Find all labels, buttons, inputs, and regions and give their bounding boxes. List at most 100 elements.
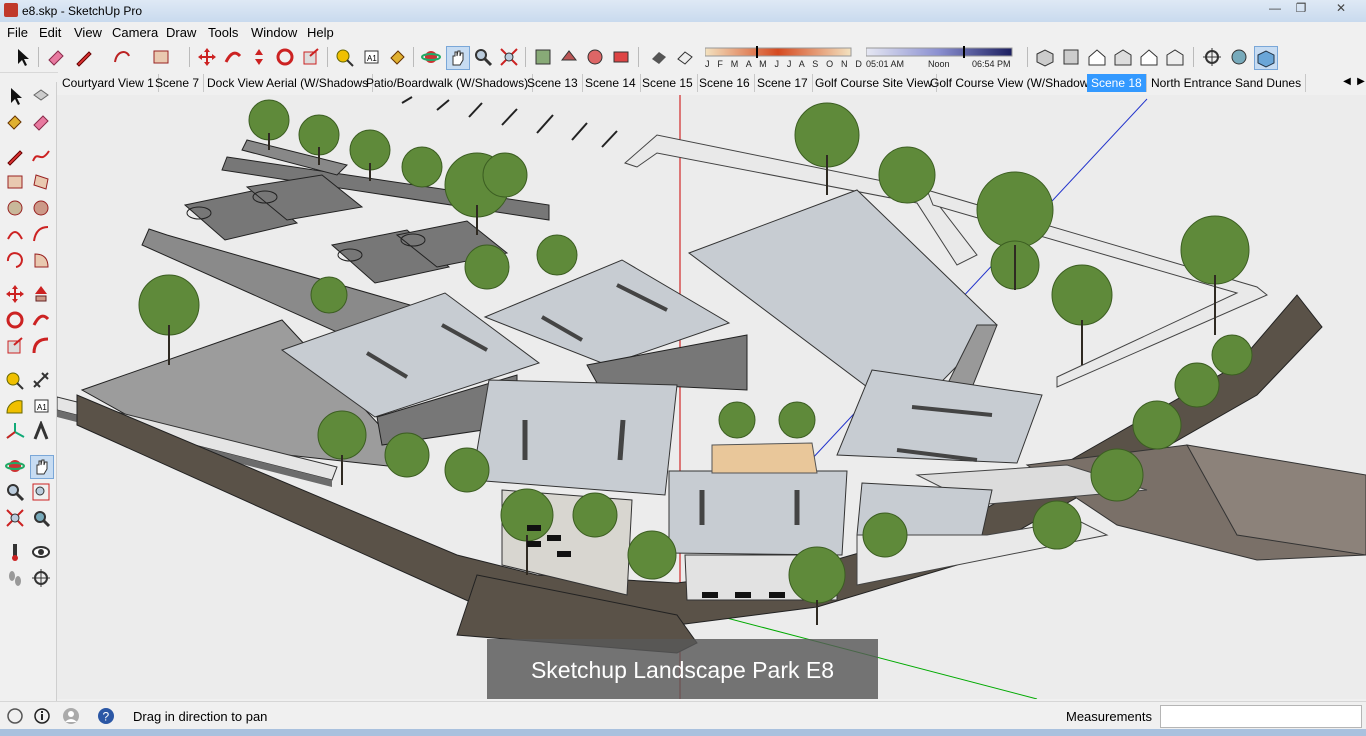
arc-icon[interactable]	[4, 223, 26, 245]
pie-icon[interactable]	[30, 249, 52, 271]
rotated-rectangle-icon[interactable]	[30, 171, 52, 193]
tab-scene-14[interactable]: Scene 14	[581, 74, 641, 92]
position-camera-icon[interactable]	[1201, 46, 1223, 68]
tab-north-entrance-sand-dunes[interactable]: North Entrance Sand Dunes	[1147, 74, 1307, 92]
tape-icon[interactable]	[334, 46, 356, 68]
position-camera-icon[interactable]	[4, 541, 26, 563]
paint-icon[interactable]	[386, 46, 408, 68]
scenes-icon[interactable]	[610, 46, 632, 68]
model-viewport[interactable]: Sketchup Landscape Park E8	[57, 95, 1366, 699]
polygon-icon[interactable]	[30, 197, 52, 219]
tab-scene-13[interactable]: Scene 13	[523, 74, 583, 92]
move-icon[interactable]	[196, 46, 218, 68]
orbit-icon[interactable]	[4, 455, 26, 477]
protractor-icon[interactable]	[4, 395, 26, 417]
select-icon[interactable]	[4, 85, 26, 107]
geo-location-icon[interactable]	[6, 707, 24, 725]
walk-icon[interactable]	[1254, 46, 1278, 70]
tab-dock-view-aerial[interactable]: Dock View Aerial (W/Shadows	[203, 74, 374, 92]
tab-patio-boardwalk[interactable]: Patio/Boardwalk (W/Shadows)	[362, 74, 534, 92]
right-view-icon[interactable]	[1112, 46, 1134, 68]
push-pull-icon[interactable]	[30, 283, 52, 305]
measurements-input[interactable]	[1160, 705, 1362, 728]
shadows-icon[interactable]	[648, 46, 670, 68]
menu-edit[interactable]: Edit	[39, 25, 61, 40]
help-icon[interactable]: ?	[97, 707, 115, 725]
orbit-icon[interactable]	[420, 46, 442, 68]
tab-scroll-right-icon[interactable]: ▶	[1354, 74, 1366, 90]
top-view-icon[interactable]	[1060, 46, 1082, 68]
tab-scene-17[interactable]: Scene 17	[753, 74, 813, 92]
shadow-date-slider[interactable]: J F M A M J J A S O N D	[705, 46, 862, 70]
back-view-icon[interactable]	[1138, 46, 1160, 68]
text-icon[interactable]: A1	[360, 46, 382, 68]
make-component-icon[interactable]	[30, 85, 52, 107]
push-pull-icon[interactable]	[248, 46, 270, 68]
walk-icon[interactable]	[4, 567, 26, 589]
select-icon[interactable]	[11, 46, 33, 68]
scale-icon[interactable]	[300, 46, 322, 68]
move-icon[interactable]	[4, 283, 26, 305]
eraser-icon[interactable]	[30, 111, 52, 133]
previous-view-icon[interactable]	[30, 507, 52, 529]
close-button[interactable]: ✕	[1324, 0, 1358, 18]
paint-icon[interactable]	[4, 111, 26, 133]
tab-scene-18[interactable]: Scene 18	[1087, 74, 1147, 92]
pan-icon[interactable]	[446, 46, 470, 70]
zoom-icon[interactable]	[472, 46, 494, 68]
zoom-icon[interactable]	[4, 481, 26, 503]
tape-icon[interactable]	[4, 369, 26, 391]
two-point-arc-icon[interactable]	[30, 223, 52, 245]
components-icon[interactable]	[532, 46, 554, 68]
axes-icon[interactable]	[4, 421, 26, 443]
iso-view-icon[interactable]	[1034, 46, 1056, 68]
user-icon[interactable]	[62, 707, 80, 725]
tab-scene-15[interactable]: Scene 15	[638, 74, 698, 92]
rotate-icon[interactable]	[274, 46, 296, 68]
freehand-icon[interactable]	[30, 145, 52, 167]
circle-icon[interactable]	[4, 197, 26, 219]
credits-icon[interactable]	[33, 707, 51, 725]
look-around-icon[interactable]	[30, 541, 52, 563]
tab-scene-16[interactable]: Scene 16	[695, 74, 755, 92]
menu-draw[interactable]: Draw	[166, 25, 196, 40]
eraser-icon[interactable]	[45, 46, 67, 68]
pencil-icon[interactable]	[4, 145, 26, 167]
menu-file[interactable]: File	[7, 25, 28, 40]
zoom-extents-icon[interactable]	[498, 46, 520, 68]
model-scene[interactable]	[57, 95, 1366, 699]
pencil-icon[interactable]	[73, 46, 95, 68]
menu-tools[interactable]: Tools	[208, 25, 238, 40]
look-around-icon[interactable]	[1228, 46, 1250, 68]
3d-text-icon[interactable]	[30, 421, 52, 443]
materials-icon[interactable]	[558, 46, 580, 68]
menu-window[interactable]: Window	[251, 25, 297, 40]
menu-help[interactable]: Help	[307, 25, 334, 40]
fog-icon[interactable]	[674, 46, 696, 68]
tab-courtyard-view-1[interactable]: Courtyard View 1	[58, 74, 159, 92]
scale-icon[interactable]	[4, 335, 26, 357]
menu-view[interactable]: View	[74, 25, 102, 40]
left-view-icon[interactable]	[1164, 46, 1186, 68]
three-point-arc-icon[interactable]	[4, 249, 26, 271]
menu-camera[interactable]: Camera	[112, 25, 158, 40]
rotate-icon[interactable]	[4, 309, 26, 331]
front-view-icon[interactable]	[1086, 46, 1108, 68]
styles-icon[interactable]	[584, 46, 606, 68]
section-plane-icon[interactable]	[30, 567, 52, 589]
dimension-icon[interactable]	[30, 369, 52, 391]
zoom-window-icon[interactable]	[30, 481, 52, 503]
tab-golf-course-site-view[interactable]: Golf Course Site View	[811, 74, 938, 92]
tab-scene-7[interactable]: Scene 7	[151, 74, 205, 92]
follow-me-icon[interactable]	[222, 46, 244, 68]
tab-scroll-left-icon[interactable]: ◀	[1340, 74, 1354, 90]
shape-icon[interactable]	[111, 46, 133, 68]
offset-icon[interactable]	[30, 335, 52, 357]
tab-golf-course-view[interactable]: Golf Course View (W/Shadows)	[926, 74, 1104, 92]
minimize-button[interactable]: —	[1262, 0, 1288, 18]
follow-me-icon[interactable]	[30, 309, 52, 331]
restore-button[interactable]: ❐	[1288, 0, 1314, 18]
pan-icon[interactable]	[30, 455, 54, 479]
shadow-time-slider[interactable]: 05:01 AM Noon 06:54 PM	[866, 46, 1014, 70]
rectangle-icon[interactable]	[150, 46, 172, 68]
